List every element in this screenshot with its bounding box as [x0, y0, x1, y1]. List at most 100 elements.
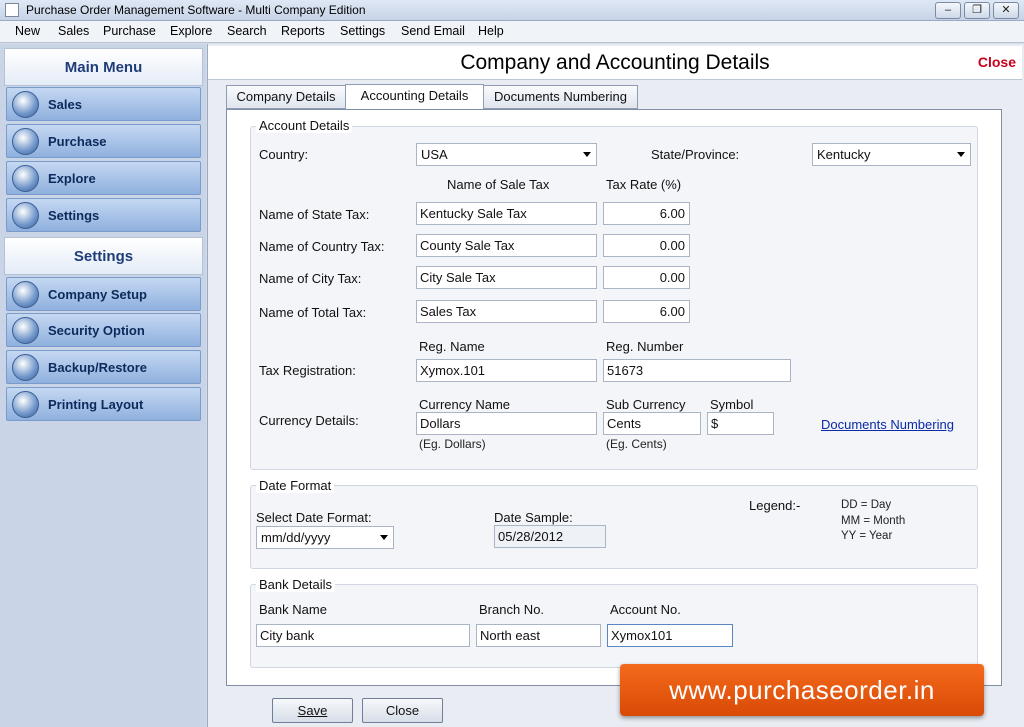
window-title: Purchase Order Management Software - Mul…	[26, 3, 366, 17]
city-tax-name-field[interactable]: City Sale Tax	[416, 266, 597, 289]
sub-currency-hint: (Eg. Cents)	[606, 437, 667, 451]
documents-numbering-link[interactable]: Documents Numbering	[821, 417, 954, 432]
tab-documents-numbering[interactable]: Documents Numbering	[483, 85, 638, 109]
reg-name-label: Reg. Name	[419, 339, 485, 354]
menu-explore[interactable]: Explore	[170, 24, 212, 38]
sidebar-item-printing-layout[interactable]: Printing Layout	[6, 387, 201, 421]
account-details-label: Account Details	[256, 118, 353, 133]
total-tax-label: Name of Total Tax:	[259, 305, 367, 320]
sidebar-item-label: Purchase	[48, 134, 107, 149]
menu-new[interactable]: New	[15, 24, 40, 38]
state-dropdown[interactable]: Kentucky	[812, 143, 971, 166]
sidebar-item-security-option[interactable]: Security Option	[6, 313, 201, 347]
sidebar-item-backup-restore[interactable]: Backup/Restore	[6, 350, 201, 384]
menu-purchase[interactable]: Purchase	[103, 24, 156, 38]
tab-accounting-details[interactable]: Accounting Details	[345, 84, 484, 110]
legend-dd: DD = Day	[841, 499, 892, 511]
restore-icon[interactable]: ❐	[964, 2, 990, 19]
menu-help[interactable]: Help	[478, 24, 504, 38]
legend-label: Legend:-	[749, 498, 801, 513]
sidebar-item-company-setup[interactable]: Company Setup	[6, 277, 201, 311]
gear-icon	[12, 202, 39, 229]
select-date-format-label: Select Date Format:	[256, 510, 372, 525]
total-tax-rate-field[interactable]: 6.00	[603, 300, 690, 323]
save-button-label: Save	[297, 703, 328, 718]
state-tax-label: Name of State Tax:	[259, 207, 370, 222]
chevron-down-icon	[583, 152, 591, 157]
page-header: Company and Accounting Details Close	[208, 46, 1022, 80]
menu-send-email[interactable]: Send Email	[401, 24, 465, 38]
col-tax-name-header: Name of Sale Tax	[447, 177, 550, 192]
date-format-dropdown[interactable]: mm/dd/yyyy	[256, 526, 394, 549]
total-tax-name-field[interactable]: Sales Tax	[416, 300, 597, 323]
page-title: Company and Accounting Details	[460, 51, 770, 74]
minimize-icon[interactable]: –	[935, 2, 961, 19]
country-tax-label: Name of Country Tax:	[259, 239, 385, 254]
legend-yy: YY = Year	[841, 530, 893, 542]
tab-company-details[interactable]: Company Details	[226, 85, 346, 109]
city-tax-label: Name of City Tax:	[259, 271, 362, 286]
date-format-value: mm/dd/yyyy	[261, 530, 331, 545]
bank-name-label: Bank Name	[259, 602, 327, 617]
city-tax-rate-field[interactable]: 0.00	[603, 266, 690, 289]
sidebar-item-explore[interactable]: Explore	[6, 161, 201, 195]
legend-mm: MM = Month	[841, 515, 906, 527]
country-value: USA	[421, 147, 448, 162]
date-sample-label: Date Sample:	[494, 510, 573, 525]
currency-name-label: Currency Name	[419, 397, 511, 412]
symbol-label: Symbol	[710, 397, 754, 412]
symbol-field[interactable]: $	[707, 412, 774, 435]
account-no-label: Account No.	[610, 602, 681, 617]
main-menu-title: Main Menu	[4, 48, 203, 86]
app-icon	[5, 3, 19, 17]
col-tax-rate-header: Tax Rate (%)	[606, 177, 682, 192]
date-format-label: Date Format	[256, 478, 335, 493]
close-button[interactable]: Close	[362, 698, 443, 723]
state-tax-name-field[interactable]: Kentucky Sale Tax	[416, 202, 597, 225]
bank-details-label: Bank Details	[256, 577, 335, 592]
sidebar-item-label: Company Setup	[48, 287, 147, 302]
country-dropdown[interactable]: USA	[416, 143, 597, 166]
save-button[interactable]: Save	[272, 698, 353, 723]
currency-name-hint: (Eg. Dollars)	[419, 437, 486, 451]
cart-icon	[12, 128, 39, 155]
reg-number-field[interactable]: 51673	[603, 359, 791, 382]
bank-name-field[interactable]: City bank	[256, 624, 470, 647]
sub-currency-field[interactable]: Cents	[603, 412, 701, 435]
printer-icon	[12, 391, 39, 418]
date-sample-field: 05/28/2012	[494, 525, 606, 548]
country-tax-rate-field[interactable]: 0.00	[603, 234, 690, 257]
sidebar-item-label: Settings	[48, 208, 100, 223]
website-banner: www.purchaseorder.in	[620, 664, 984, 716]
menu-settings[interactable]: Settings	[340, 24, 385, 38]
menu-search[interactable]: Search	[227, 24, 267, 38]
menu-sales[interactable]: Sales	[58, 24, 89, 38]
settings-title: Settings	[4, 237, 203, 275]
account-no-field[interactable]: Xymox101	[607, 624, 733, 647]
sidebar-item-label: Security Option	[48, 323, 145, 338]
state-label: State/Province:	[651, 147, 740, 162]
company-setup-icon	[12, 281, 39, 308]
branch-label: Branch No.	[479, 602, 545, 617]
state-value: Kentucky	[817, 147, 871, 162]
state-tax-rate-field[interactable]: 6.00	[603, 202, 690, 225]
sidebar-item-purchase[interactable]: Purchase	[6, 124, 201, 158]
sidebar-item-sales[interactable]: Sales	[6, 87, 201, 121]
close-window-icon[interactable]: ✕	[993, 2, 1019, 19]
currency-details-label: Currency Details:	[259, 413, 359, 428]
sub-currency-label: Sub Currency	[606, 397, 686, 412]
lock-icon	[12, 317, 39, 344]
reg-name-field[interactable]: Xymox.101	[416, 359, 597, 382]
country-tax-name-field[interactable]: County Sale Tax	[416, 234, 597, 257]
sales-chart-icon	[12, 91, 39, 118]
branch-field[interactable]: North east	[476, 624, 601, 647]
chevron-down-icon	[957, 152, 965, 157]
sidebar-item-label: Backup/Restore	[48, 360, 147, 375]
explore-icon	[12, 165, 39, 192]
currency-name-field[interactable]: Dollars	[416, 412, 597, 435]
close-link[interactable]: Close	[978, 54, 1016, 70]
sidebar-item-label: Sales	[48, 97, 82, 112]
menu-reports[interactable]: Reports	[281, 24, 325, 38]
reg-number-label: Reg. Number	[606, 339, 684, 354]
sidebar-item-settings[interactable]: Settings	[6, 198, 201, 232]
